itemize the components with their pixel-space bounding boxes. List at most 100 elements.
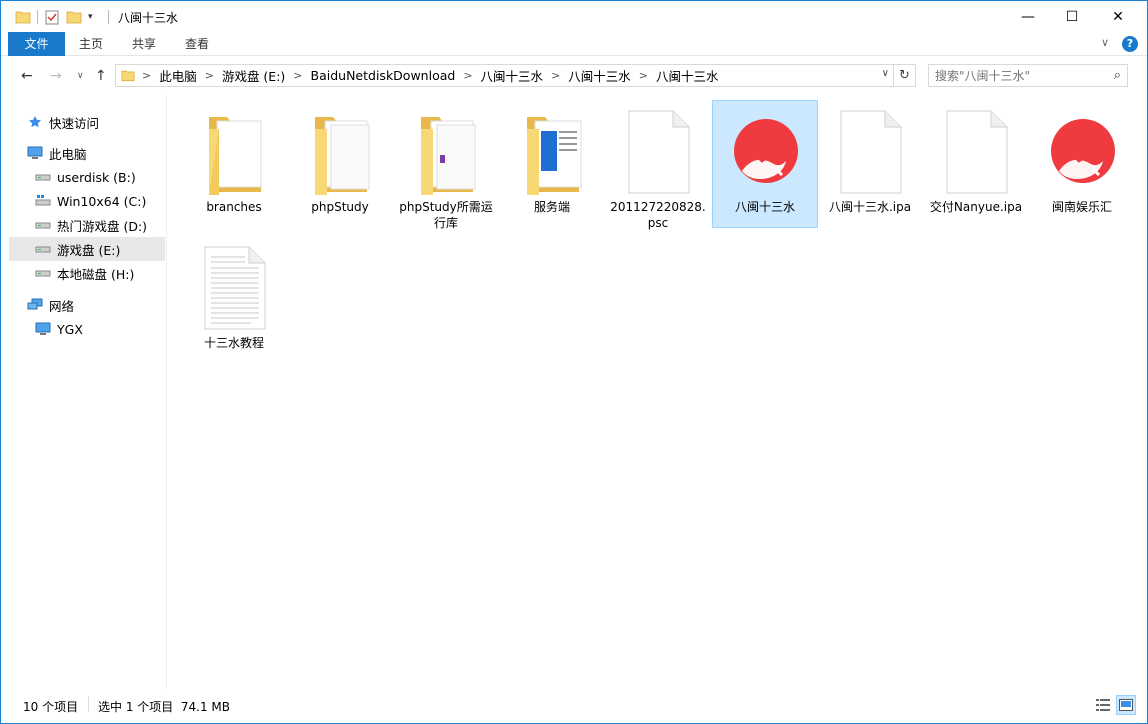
help-icon[interactable]: ?	[1122, 36, 1138, 52]
breadcrumb-game-drive[interactable]: 游戏盘 (E:)	[222, 66, 285, 85]
drive-icon	[35, 170, 51, 184]
breadcrumb-separator: >	[142, 69, 152, 82]
sidebar-item-this-pc[interactable]: 此电脑	[27, 141, 183, 165]
network-icon	[27, 298, 43, 312]
details-view-button[interactable]	[1093, 695, 1113, 715]
file-item-minnan-app[interactable]: 闽南娱乐汇	[1030, 101, 1136, 229]
breadcrumb-separator[interactable]: >	[293, 69, 302, 82]
new-folder-icon[interactable]	[66, 9, 82, 25]
navigation-pane: 快速访问 此电脑 userdisk (B:) Win10x64 (C:) 热门游…	[1, 94, 167, 690]
file-item-bamin-app[interactable]: 八闽十三水	[712, 100, 818, 228]
computer-icon	[27, 146, 43, 160]
breadcrumb-separator[interactable]: >	[551, 69, 560, 82]
sidebar-item-network[interactable]: 网络	[27, 293, 183, 317]
search-icon[interactable]: ⌕	[1114, 68, 1121, 83]
window-title: 八闽十三水	[118, 11, 179, 25]
file-item-phpstudy-runtime[interactable]: phpStudy所需运行库	[394, 101, 500, 230]
sidebar-item-game-drive[interactable]: 游戏盘 (E:)	[9, 237, 165, 261]
search-box[interactable]: ⌕	[928, 64, 1128, 87]
title-bar: ▾ 八闽十三水 — ☐ ✕	[1, 1, 1147, 32]
breadcrumb-this-pc[interactable]: 此电脑	[159, 66, 197, 85]
file-item-bamin-ipa[interactable]: 八闽十三水.ipa	[818, 101, 924, 229]
refresh-button[interactable]: ↻	[894, 64, 916, 87]
file-name: phpStudy	[311, 200, 369, 214]
address-history-chevron-icon[interactable]: ∨	[882, 68, 889, 79]
sidebar-item-label: 热门游戏盘 (D:)	[57, 218, 148, 234]
large-icons-view-icon	[1119, 699, 1133, 711]
maximize-button[interactable]: ☐	[1049, 1, 1095, 32]
title-divider	[108, 10, 109, 24]
large-icons-view-button[interactable]	[1116, 695, 1136, 715]
vertical-scrollbar[interactable]	[1135, 94, 1147, 690]
monitor-icon	[35, 322, 51, 336]
sidebar-item-label: Win10x64 (C:)	[57, 193, 147, 209]
details-view-icon	[1096, 699, 1110, 711]
file-name: 八闽十三水	[734, 200, 795, 214]
file-name: 交付Nanyue.ipa	[929, 200, 1023, 214]
blank-file-icon	[946, 110, 1008, 194]
file-item-psc[interactable]: 201127220828.psc	[606, 101, 712, 230]
properties-icon[interactable]	[44, 9, 60, 25]
breadcrumb-separator[interactable]: >	[639, 69, 648, 82]
search-input[interactable]	[935, 67, 1105, 84]
file-list: branches phpStudy phpStudy所需运行库 服务端 2011…	[168, 94, 1135, 690]
quick-access-toolbar: ▾	[15, 8, 93, 26]
star-icon	[27, 115, 43, 129]
expand-ribbon-icon[interactable]: ∨	[1101, 36, 1109, 49]
sidebar-item-label: 游戏盘 (E:)	[57, 242, 121, 258]
breadcrumb-separator[interactable]: >	[205, 69, 214, 82]
file-item-phpstudy[interactable]: phpStudy	[288, 101, 394, 229]
breadcrumb-folder-3[interactable]: 八闽十三水	[656, 66, 719, 85]
minimize-button[interactable]: —	[1005, 1, 1051, 32]
app-logo-icon	[1051, 119, 1115, 183]
breadcrumb-folder-2[interactable]: 八闽十三水	[568, 66, 631, 85]
tab-home[interactable]: 主页	[66, 32, 116, 56]
app-logo-icon	[734, 119, 798, 183]
breadcrumb-baidu-download[interactable]: BaiduNetdiskDownload	[311, 68, 456, 83]
file-name: 201127220828.psc	[610, 200, 706, 230]
file-name: 闽南娱乐汇	[1051, 200, 1112, 214]
forward-arrow-icon[interactable]: →	[50, 68, 62, 84]
address-folder-icon	[121, 70, 135, 82]
folder-icon	[527, 117, 582, 195]
up-arrow-icon[interactable]: ↑	[95, 68, 107, 84]
file-name: 服务端	[533, 200, 570, 214]
breadcrumb: > 此电脑 > 游戏盘 (E:) > BaiduNetdiskDownload …	[142, 65, 719, 86]
drive-icon	[35, 242, 51, 256]
status-divider	[88, 696, 89, 712]
sidebar-item-quick-access[interactable]: 快速访问	[27, 110, 183, 134]
file-item-server[interactable]: 服务端	[500, 101, 606, 229]
customize-toolbar-chevron-icon[interactable]: ▾	[88, 12, 93, 22]
sidebar-item-label: 本地磁盘 (H:)	[57, 266, 135, 282]
selection-info: 选中 1 个项目 74.1 MB	[98, 700, 231, 714]
tab-view[interactable]: 查看	[172, 32, 222, 56]
folder-icon	[15, 11, 31, 24]
file-item-nanyue-ipa[interactable]: 交付Nanyue.ipa	[924, 101, 1030, 229]
sidebar-item-label: YGX	[57, 321, 83, 337]
windows-drive-icon	[35, 194, 51, 208]
maximize-icon: ☐	[1065, 8, 1079, 25]
recent-locations-chevron-icon[interactable]: ∨	[77, 71, 84, 81]
back-arrow-icon[interactable]: ←	[21, 68, 33, 84]
folder-icon	[209, 117, 262, 195]
file-item-tutorial[interactable]: 十三水教程	[182, 237, 288, 365]
file-name: 八闽十三水.ipa	[828, 200, 912, 214]
file-name: branches	[206, 200, 262, 214]
sidebar-item-label: 此电脑	[49, 146, 87, 162]
breadcrumb-folder-1[interactable]: 八闽十三水	[481, 66, 544, 85]
folder-icon	[421, 117, 476, 195]
sidebar-item-label: 快速访问	[49, 115, 100, 131]
drive-icon	[35, 266, 51, 280]
file-item-branches[interactable]: branches	[182, 101, 288, 229]
ribbon-tabs: 文件 主页 共享 查看 ∨ ?	[1, 32, 1147, 160]
breadcrumb-separator[interactable]: >	[463, 69, 472, 82]
address-bar[interactable]: > 此电脑 > 游戏盘 (E:) > BaiduNetdiskDownload …	[115, 64, 894, 87]
toolbar-divider	[37, 10, 38, 24]
close-button[interactable]: ✕	[1095, 1, 1141, 32]
tab-share[interactable]: 共享	[119, 32, 169, 56]
file-name: 十三水教程	[203, 336, 264, 350]
text-file-icon	[204, 246, 266, 330]
close-icon: ✕	[1112, 8, 1124, 25]
sidebar-item-label: userdisk (B:)	[57, 169, 136, 185]
status-bar: 10 个项目 选中 1 个项目 74.1 MB	[1, 690, 1147, 723]
